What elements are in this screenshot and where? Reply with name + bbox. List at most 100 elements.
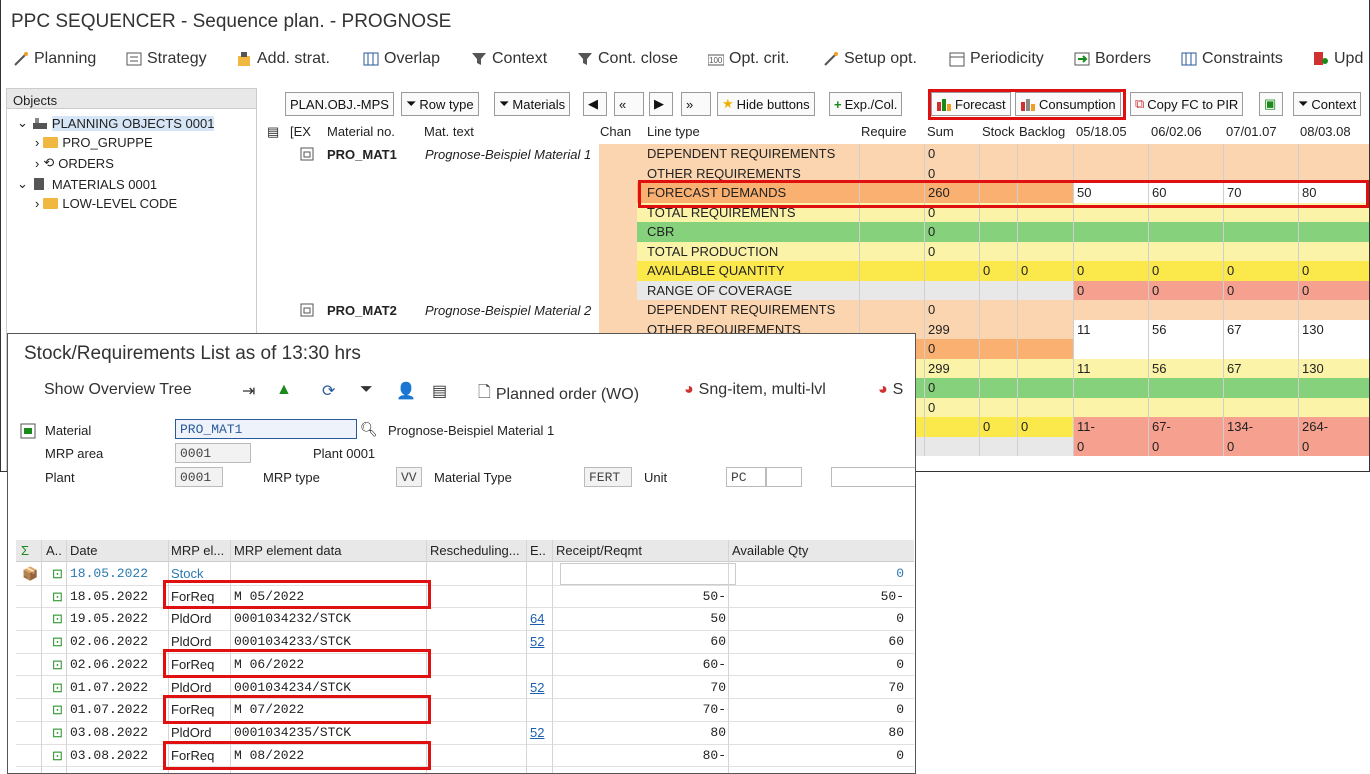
filter-icon[interactable]: ⏷ — [360, 381, 373, 399]
menu-update[interactable]: Upd — [1313, 50, 1363, 68]
period-cell[interactable] — [1223, 222, 1298, 242]
search-icon[interactable]: 🔍︎ — [360, 421, 378, 438]
period-cell[interactable] — [1298, 300, 1369, 320]
period-cell[interactable]: 67 — [1223, 358, 1298, 378]
material-icon[interactable] — [299, 146, 315, 162]
menu-cont-close[interactable]: Cont. close — [577, 50, 678, 68]
context-button[interactable]: ⏷ Context — [1293, 92, 1362, 116]
period-cell[interactable] — [1073, 397, 1148, 417]
chart-icon[interactable]: ▲ — [276, 381, 292, 399]
menu-planning[interactable]: Planning — [13, 50, 96, 68]
detail-icon[interactable]: ⊡ — [52, 611, 63, 627]
period-cell[interactable]: 67 — [1223, 319, 1298, 339]
user-icon[interactable]: 👤 — [396, 381, 416, 401]
period-cell[interactable]: 0 — [1148, 436, 1223, 456]
period-cell[interactable]: 0 — [1223, 280, 1298, 300]
period-cell[interactable]: 60 — [1148, 183, 1223, 203]
grid-row[interactable]: TOTAL PRODUCTION 0 — [637, 241, 1369, 261]
s-button[interactable]: ◕ S — [878, 381, 903, 399]
period-cell[interactable] — [1073, 339, 1148, 359]
receipt-input[interactable] — [560, 563, 736, 585]
list-item[interactable]: ⊡ 02.06.2022 ForReq M 06/2022 60- 0 — [16, 654, 914, 677]
period-cell[interactable]: 0 — [1073, 280, 1148, 300]
tree-orders[interactable]: › ⟲ ORDERS — [35, 155, 114, 171]
grid-row[interactable]: FORECAST DEMANDS 260 50 60 70 80 — [637, 183, 1369, 203]
period-cell[interactable]: 0 — [1073, 261, 1148, 281]
period-cell[interactable] — [1148, 163, 1223, 183]
period-cell[interactable] — [1073, 163, 1148, 183]
material-pro-mat2[interactable]: PRO_MAT2 — [327, 303, 397, 318]
detail-icon[interactable]: ⊡ — [52, 725, 63, 741]
grid-row[interactable]: OTHER REQUIREMENTS 0 — [637, 163, 1369, 183]
period-cell[interactable] — [1148, 144, 1223, 164]
tree-pro-gruppe[interactable]: › PRO_GRUPPE — [35, 135, 153, 150]
forecast-button[interactable]: Forecast — [931, 92, 1011, 116]
grid-row[interactable]: DEPENDENT REQUIREMENTS 0 — [637, 144, 1369, 164]
period-cell[interactable] — [1298, 241, 1369, 261]
hide-buttons-button[interactable]: ★ Hide buttons — [717, 92, 815, 116]
period-cell[interactable] — [1148, 397, 1223, 417]
period-cell[interactable]: 11 — [1073, 319, 1148, 339]
period-cell[interactable]: 0 — [1148, 261, 1223, 281]
list-item[interactable]: ⊡ 02.06.2022 PldOrd 0001034233/STCK 52 60 60 — [16, 631, 914, 654]
detail-icon[interactable]: ⊡ — [52, 589, 63, 605]
refresh-icon[interactable]: ⟳ — [322, 381, 335, 401]
grid-row[interactable]: RANGE OF COVERAGE 0 0 0 0 — [637, 280, 1369, 300]
consumption-button[interactable]: Consumption — [1015, 92, 1121, 116]
detail-icon[interactable]: ⊡ — [52, 680, 63, 696]
show-overview-tree-button[interactable]: Show Overview Tree — [44, 381, 192, 399]
tree-materials[interactable]: ⌄ MATERIALS 0001 — [17, 176, 157, 192]
period-cell[interactable] — [1298, 378, 1369, 398]
period-cell[interactable] — [1148, 339, 1223, 359]
list-item[interactable]: ⊡ 01.07.2022 PldOrd 0001034234/STCK 52 70 70 — [16, 677, 914, 700]
plan-obj-button[interactable]: PLAN.OBJ.-MPS — [285, 92, 394, 116]
list-item[interactable]: 📦 ⊡ 18.05.2022 Stock 0 — [16, 563, 914, 586]
period-cell[interactable] — [1148, 202, 1223, 222]
next-button[interactable]: ▶ — [649, 92, 673, 116]
period-cell[interactable] — [1073, 378, 1148, 398]
period-cell[interactable] — [1223, 339, 1298, 359]
menu-setup-opt[interactable]: Setup opt. — [823, 50, 917, 68]
planned-order-button[interactable]: 🗋 Planned order (WO) — [478, 381, 639, 408]
period-cell[interactable] — [1148, 378, 1223, 398]
rescheduling-cell[interactable]: 52 — [530, 725, 544, 740]
period-cell[interactable] — [1148, 300, 1223, 320]
grid-row[interactable]: AVAILABLE QUANTITY 0 0 0 0 0 0 — [637, 261, 1369, 281]
tree-planning-objects[interactable]: ⌄ PLANNING OBJECTS 0001 — [17, 115, 215, 131]
period-cell[interactable]: 11 — [1073, 358, 1148, 378]
period-cell[interactable]: 80 — [1298, 183, 1369, 203]
period-cell[interactable] — [1298, 397, 1369, 417]
rescheduling-cell[interactable]: 52 — [530, 680, 544, 695]
period-cell[interactable]: 134- — [1223, 417, 1298, 437]
period-cell[interactable]: 0 — [1223, 436, 1298, 456]
period-cell[interactable] — [1298, 163, 1369, 183]
detail-icon[interactable]: ⊡ — [52, 748, 63, 764]
detail-icon[interactable]: ⊡ — [52, 566, 63, 582]
export-icon[interactable]: ⇥ — [242, 381, 255, 401]
period-cell[interactable]: 0 — [1073, 436, 1148, 456]
period-cell[interactable] — [1223, 397, 1298, 417]
period-cell[interactable] — [1148, 222, 1223, 242]
material-input[interactable]: PRO_MAT1 — [175, 419, 357, 439]
material-pro-mat1[interactable]: PRO_MAT1 — [327, 147, 397, 162]
list-item[interactable]: ⊡ 19.05.2022 PldOrd 0001034232/STCK 64 50 0 — [16, 608, 914, 632]
period-cell[interactable] — [1148, 241, 1223, 261]
row-type-button[interactable]: ⏷ Row type — [401, 92, 479, 116]
period-cell[interactable] — [1223, 300, 1298, 320]
material-icon[interactable] — [299, 302, 315, 318]
sigma-icon[interactable]: Σ — [21, 543, 29, 558]
period-cell[interactable] — [1223, 163, 1298, 183]
period-cell[interactable] — [1073, 202, 1148, 222]
period-cell[interactable]: 0 — [1298, 436, 1369, 456]
refresh-button[interactable]: ▣ — [1259, 92, 1283, 116]
last-button[interactable]: » — [681, 92, 711, 116]
menu-periodicity[interactable]: Periodicity — [949, 50, 1044, 68]
period-cell[interactable]: 130 — [1298, 358, 1369, 378]
materials-button[interactable]: ⏷ Materials — [494, 92, 571, 116]
period-cell[interactable] — [1223, 378, 1298, 398]
menu-overlap[interactable]: Overlap — [363, 50, 440, 68]
period-cell[interactable] — [1223, 241, 1298, 261]
period-cell[interactable] — [1073, 222, 1148, 242]
period-cell[interactable]: 0 — [1223, 261, 1298, 281]
period-cell[interactable]: 56 — [1148, 358, 1223, 378]
